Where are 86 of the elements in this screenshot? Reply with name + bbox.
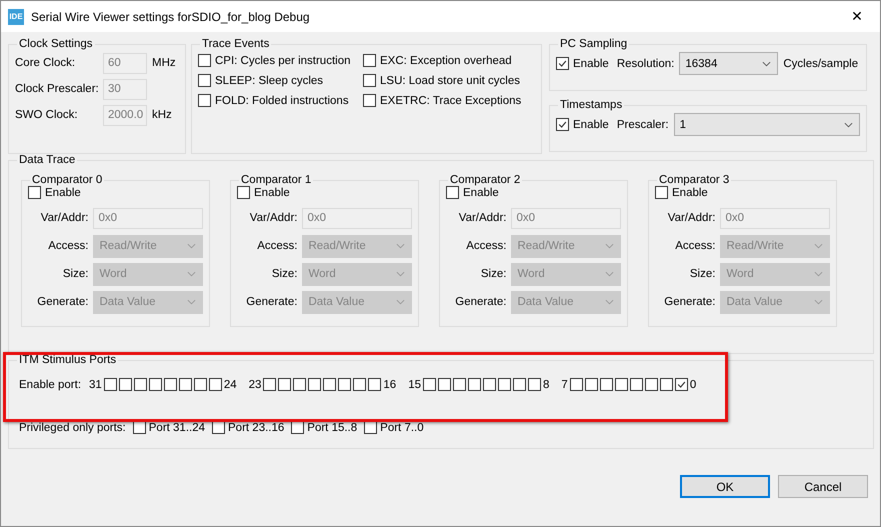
unit-label: MHz [152,57,176,69]
unit-label: Cycles/sample [783,58,858,70]
app-icon: IDE [8,8,24,24]
checkbox-label: Port 15..8 [307,422,358,434]
group-title: Comparator 2 [449,174,522,186]
group-title: Comparator 3 [658,174,730,186]
dropdown[interactable]: Word [302,262,412,286]
checkbox-label: Port 23..16 [228,422,284,434]
close-button[interactable]: ✕ [834,1,880,32]
field-label: Access: [674,240,716,252]
port-number: 0 [690,378,696,390]
port-number: 16 [383,378,396,390]
input-field[interactable]: 0x0 [93,208,203,228]
field-label: Access: [465,240,506,252]
dropdown[interactable]: Word [511,262,621,286]
group-title: ITM Stimulus Ports [18,354,118,366]
checkbox-label: Port 31..24 [148,422,206,434]
field-label: Resolution: [616,58,674,70]
dropdown[interactable]: Word [93,262,203,286]
field-label: Var/Addr: [248,212,298,224]
resolution-dropdown[interactable]: 16384 [679,52,778,75]
window-title: Serial Wire Viewer settings forSDIO_for_blog Debug [31,10,311,24]
unit-label: kHz [152,109,172,121]
checkbox-label: FOLD: Folded instructions [215,94,349,106]
field-label: SWO Clock: [15,109,79,121]
dropdown[interactable]: Data Value [302,290,412,314]
prescaler-dropdown[interactable]: 1 [674,113,860,136]
input-field[interactable]: 0x0 [302,208,412,228]
field-label: Var/Addr: [40,212,88,224]
checkbox-label: SLEEP: Sleep cycles [215,74,324,86]
checkbox-label: LSU: Load store unit cycles [380,74,520,86]
checkbox-label: Enable [573,118,609,130]
input-field[interactable]: 2000.0 [103,104,147,126]
input-field[interactable]: 0x0 [511,208,621,228]
dropdown[interactable]: Data Value [93,290,203,314]
port-number: 23 [248,378,262,390]
port-number: 7 [561,378,568,390]
group-title: Data Trace [18,154,76,166]
group-title: Comparator 1 [240,174,312,186]
field-label: Clock Prescaler: [15,83,100,95]
field-label: Size: [480,268,506,280]
group-title: Comparator 0 [31,174,104,186]
checkbox-label: Enable [45,186,81,198]
dropdown[interactable]: Read/Write [302,234,412,258]
input-field[interactable]: 60 [103,52,147,74]
field-label: Generate: [663,296,716,308]
group-title: PC Sampling [559,38,628,50]
input-field[interactable]: 0x0 [720,208,830,228]
field-label: Generate: [245,296,298,308]
cancel-button[interactable]: Cancel [778,475,868,498]
checkbox-label: EXC: Exception overhead [380,54,512,66]
dropdown[interactable]: Data Value [720,290,830,314]
checkbox-label: Port 7..0 [380,422,424,434]
dropdown[interactable]: Word [720,262,830,286]
field-label: Privileged only ports: [19,422,126,434]
field-label: Size: [270,268,298,280]
dropdown[interactable]: Read/Write [93,234,203,258]
group-title: Clock Settings [18,38,94,50]
field-label: Prescaler: [616,118,669,130]
field-label: Core Clock: [15,57,76,69]
ok-button[interactable]: OK [680,475,770,498]
checkbox-label: CPI: Cycles per instruction [215,54,350,66]
group-title: Trace Events [201,38,270,50]
field-label: Access: [256,240,298,252]
field-label: Enable port: [19,378,82,390]
dropdown[interactable]: Data Value [511,290,621,314]
port-number: 24 [224,378,237,390]
field-label: Generate: [36,296,88,308]
dropdown[interactable]: Read/Write [511,234,621,258]
field-label: Access: [47,240,88,252]
field-label: Size: [62,268,88,280]
port-number: 31 [89,378,102,390]
checkbox-label: Enable [672,186,708,198]
field-label: Size: [688,268,716,280]
dropdown[interactable]: Read/Write [720,234,830,258]
port-number: 8 [543,378,550,390]
checkbox-label: Enable [573,58,609,70]
field-label: Generate: [454,296,506,308]
input-field[interactable]: 30 [103,78,147,100]
port-number: 15 [408,378,421,390]
field-label: Var/Addr: [666,212,716,224]
group-title: Timestamps [559,99,624,111]
checkbox-label: Enable [463,186,499,198]
checkbox-label: Enable [254,186,290,198]
field-label: Var/Addr: [458,212,506,224]
checkbox-label: EXETRC: Trace Exceptions [380,94,522,106]
